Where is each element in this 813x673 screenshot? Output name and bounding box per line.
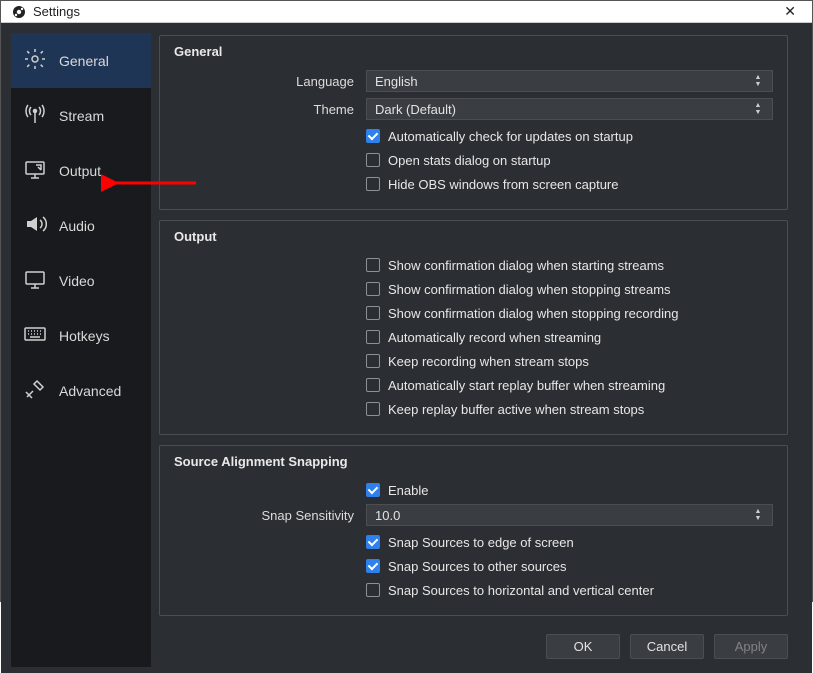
chevron-up-icon: ▲: [752, 74, 764, 81]
chevron-down-icon[interactable]: ▼: [752, 515, 764, 522]
snap-screen-edge-checkbox[interactable]: [366, 535, 380, 549]
tools-icon: [23, 377, 47, 404]
monitor-out-icon: [23, 157, 47, 184]
snap-center-checkbox[interactable]: [366, 583, 380, 597]
auto-replay-checkbox[interactable]: [366, 378, 380, 392]
sidebar-item-label: Advanced: [59, 383, 121, 399]
chevron-down-icon: ▼: [752, 81, 764, 88]
chevron-up-icon[interactable]: ▲: [752, 508, 764, 515]
sidebar-item-hotkeys[interactable]: Hotkeys: [11, 308, 151, 363]
checkbox-label: Snap Sources to edge of screen: [388, 535, 574, 550]
close-icon[interactable]: ✕: [778, 1, 802, 22]
keep-recording-checkbox[interactable]: [366, 354, 380, 368]
sidebar: General Stream Output Audio Video Hotkey…: [11, 33, 151, 667]
sidebar-item-label: Output: [59, 163, 101, 179]
sidebar-item-video[interactable]: Video: [11, 253, 151, 308]
confirm-stop-recording-checkbox[interactable]: [366, 306, 380, 320]
sidebar-item-label: Stream: [59, 108, 104, 124]
checkbox-label: Show confirmation dialog when stopping r…: [388, 306, 679, 321]
sidebar-item-stream[interactable]: Stream: [11, 88, 151, 143]
chevron-up-icon: ▲: [752, 102, 764, 109]
panel-general: General Language English ▲▼ Theme Dark (…: [159, 35, 788, 210]
snap-other-sources-checkbox[interactable]: [366, 559, 380, 573]
auto-record-checkbox[interactable]: [366, 330, 380, 344]
antenna-icon: [23, 102, 47, 129]
checkbox-label: Enable: [388, 483, 428, 498]
dialog-footer: OK Cancel Apply: [151, 626, 802, 667]
hide-obs-checkbox[interactable]: [366, 177, 380, 191]
checkbox-label: Automatically check for updates on start…: [388, 129, 633, 144]
app-icon: [11, 4, 27, 20]
keep-replay-checkbox[interactable]: [366, 402, 380, 416]
sidebar-item-label: General: [59, 53, 109, 69]
panel-title: Output: [174, 229, 773, 244]
confirm-stop-stream-checkbox[interactable]: [366, 282, 380, 296]
panel-snapping: Source Alignment Snapping Enable Snap Se…: [159, 445, 788, 616]
checkbox-label: Show confirmation dialog when starting s…: [388, 258, 664, 273]
checkbox-label: Automatically record when streaming: [388, 330, 601, 345]
panel-title: General: [174, 44, 773, 59]
theme-select[interactable]: Dark (Default) ▲▼: [366, 98, 773, 120]
titlebar: Settings ✕: [1, 1, 812, 23]
sidebar-item-advanced[interactable]: Advanced: [11, 363, 151, 418]
checkbox-label: Snap Sources to other sources: [388, 559, 567, 574]
theme-label: Theme: [174, 102, 354, 117]
checkbox-label: Open stats dialog on startup: [388, 153, 551, 168]
apply-button[interactable]: Apply: [714, 634, 788, 659]
keyboard-icon: [23, 322, 47, 349]
settings-window: Settings ✕ General Stream Output Audio: [0, 0, 813, 602]
monitor-icon: [23, 267, 47, 294]
auto-update-checkbox[interactable]: [366, 129, 380, 143]
snap-enable-checkbox[interactable]: [366, 483, 380, 497]
sidebar-item-output[interactable]: Output: [11, 143, 151, 198]
sidebar-item-label: Video: [59, 273, 95, 289]
settings-scroll[interactable]: General Language English ▲▼ Theme Dark (…: [151, 33, 802, 626]
language-select[interactable]: English ▲▼: [366, 70, 773, 92]
checkbox-label: Automatically start replay buffer when s…: [388, 378, 665, 393]
sidebar-item-label: Hotkeys: [59, 328, 110, 344]
snap-sensitivity-label: Snap Sensitivity: [174, 508, 354, 523]
cancel-button[interactable]: Cancel: [630, 634, 704, 659]
ok-button[interactable]: OK: [546, 634, 620, 659]
checkbox-label: Snap Sources to horizontal and vertical …: [388, 583, 654, 598]
window-title: Settings: [33, 4, 80, 19]
sidebar-item-audio[interactable]: Audio: [11, 198, 151, 253]
sidebar-item-label: Audio: [59, 218, 95, 234]
sidebar-item-general[interactable]: General: [11, 33, 151, 88]
checkbox-label: Show confirmation dialog when stopping s…: [388, 282, 671, 297]
checkbox-label: Hide OBS windows from screen capture: [388, 177, 618, 192]
chevron-down-icon: ▼: [752, 109, 764, 116]
checkbox-label: Keep replay buffer active when stream st…: [388, 402, 644, 417]
panel-title: Source Alignment Snapping: [174, 454, 773, 469]
confirm-start-stream-checkbox[interactable]: [366, 258, 380, 272]
snap-sensitivity-input[interactable]: 10.0 ▲▼: [366, 504, 773, 526]
open-stats-checkbox[interactable]: [366, 153, 380, 167]
language-label: Language: [174, 74, 354, 89]
checkbox-label: Keep recording when stream stops: [388, 354, 589, 369]
panel-output: Output Show confirmation dialog when sta…: [159, 220, 788, 435]
speaker-icon: [23, 212, 47, 239]
gear-icon: [23, 47, 47, 74]
